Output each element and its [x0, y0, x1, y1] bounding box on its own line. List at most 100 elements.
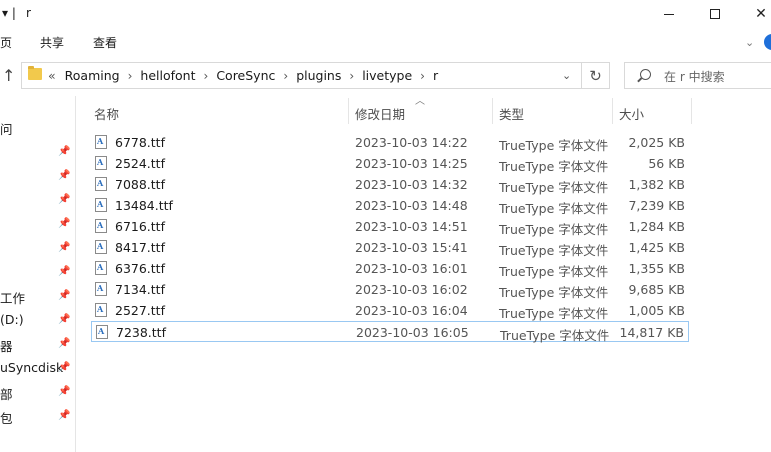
file-row[interactable]: 7134.ttf 2023-10-03 16:02 TrueType 字体文件 9,6… — [91, 279, 689, 300]
nav-item-syncdisk[interactable]: uSyncdisk — [0, 360, 63, 375]
file-row[interactable]: 6716.ttf 2023-10-03 14:51 TrueType 字体文件 1,2… — [91, 216, 689, 237]
font-file-icon — [95, 156, 107, 170]
breadcrumb-livetype[interactable]: livetype — [362, 68, 412, 83]
chevron-right-icon[interactable]: › — [420, 69, 425, 83]
file-type: TrueType 字体文件 — [499, 159, 609, 174]
file-row[interactable]: 6778.ttf 2023-10-03 14:22 TrueType 字体文件 2,0… — [91, 132, 689, 153]
pin-icon: 📌 — [58, 194, 71, 205]
column-header-name[interactable]: 名称 — [94, 104, 119, 123]
file-date: 2023-10-03 14:51 — [355, 219, 468, 234]
refresh-button[interactable]: ↻ — [582, 62, 610, 89]
file-row[interactable]: 6376.ttf 2023-10-03 16:01 TrueType 字体文件 1,3… — [91, 258, 689, 279]
breadcrumb-r[interactable]: r — [433, 68, 438, 83]
pin-icon: 📌 — [58, 266, 71, 277]
file-name: 13484.ttf — [115, 198, 173, 213]
file-name: 7238.ttf — [116, 325, 166, 340]
search-placeholder: 在 r 中搜索 — [664, 70, 725, 84]
font-file-icon — [95, 240, 107, 254]
breadcrumb-overflow[interactable]: « — [48, 68, 56, 83]
breadcrumb-coresync[interactable]: CoreSync — [216, 68, 275, 83]
breadcrumb: « Roaming › hellofont › CoreSync › plugi… — [48, 68, 438, 83]
window-title: r — [26, 6, 31, 20]
file-row[interactable]: 2524.ttf 2023-10-03 14:25 TrueType 字体文件 56 … — [91, 153, 689, 174]
column-divider[interactable] — [348, 98, 349, 124]
file-row[interactable]: 2527.ttf 2023-10-03 16:04 TrueType 字体文件 1,0… — [91, 300, 689, 321]
title-bar: ▾ | r ✕ — [0, 0, 771, 28]
breadcrumb-plugins[interactable]: plugins — [296, 68, 341, 83]
file-date: 2023-10-03 16:05 — [356, 325, 469, 340]
chevron-right-icon[interactable]: › — [204, 69, 209, 83]
ribbon-expand-chevron-icon[interactable]: ⌄ — [745, 36, 754, 49]
sort-ascending-icon: ︿ — [415, 96, 425, 107]
chevron-right-icon[interactable]: › — [128, 69, 133, 83]
pin-icon: 📌 — [58, 410, 71, 421]
pin-icon: 📌 — [58, 170, 71, 181]
font-file-icon — [95, 135, 107, 149]
file-type: TrueType 字体文件 — [499, 201, 609, 216]
file-name: 2524.ttf — [115, 156, 165, 171]
file-type: TrueType 字体文件 — [499, 243, 609, 258]
file-size: 7,239 KB — [628, 198, 685, 213]
file-row[interactable]: 13484.ttf 2023-10-03 14:48 TrueType 字体文件 7,… — [91, 195, 689, 216]
file-size: 9,685 KB — [628, 282, 685, 297]
search-icon — [640, 69, 651, 80]
file-name: 6778.ttf — [115, 135, 165, 150]
chevron-right-icon[interactable]: › — [349, 69, 354, 83]
tab-page[interactable]: 页 — [0, 34, 12, 51]
column-header-size[interactable]: 大小 — [619, 104, 644, 123]
file-name: 2527.ttf — [115, 303, 165, 318]
breadcrumb-hellofont[interactable]: hellofont — [140, 68, 195, 83]
refresh-icon: ↻ — [589, 66, 602, 85]
ribbon-tabs: 页 共享 查看 — [0, 28, 771, 56]
minimize-button[interactable] — [646, 0, 692, 28]
file-type: TrueType 字体文件 — [499, 285, 609, 300]
file-type: TrueType 字体文件 — [499, 180, 609, 195]
file-date: 2023-10-03 16:01 — [355, 261, 468, 276]
tab-share[interactable]: 共享 — [40, 34, 64, 51]
pin-icon: 📌 — [58, 314, 71, 325]
pin-icon: 📌 — [58, 290, 71, 301]
quick-access-toolbar[interactable]: ▾ | — [2, 6, 16, 20]
column-header-type[interactable]: 类型 — [499, 104, 524, 123]
column-divider[interactable] — [691, 98, 692, 124]
maximize-button[interactable] — [692, 0, 738, 28]
column-divider[interactable] — [612, 98, 613, 124]
chevron-down-icon[interactable]: ⌄ — [562, 69, 571, 82]
file-date: 2023-10-03 16:04 — [355, 303, 468, 318]
pin-icon: 📌 — [58, 242, 71, 253]
file-date: 2023-10-03 14:48 — [355, 198, 468, 213]
up-arrow-icon[interactable]: ↑ — [2, 66, 15, 85]
file-type: TrueType 字体文件 — [499, 138, 609, 153]
pin-icon: 📌 — [58, 146, 71, 157]
file-size: 2,025 KB — [628, 135, 685, 150]
nav-item-drive-d[interactable]: (D:) — [0, 312, 24, 327]
file-size: 56 KB — [648, 156, 685, 171]
file-name: 8417.ttf — [115, 240, 165, 255]
nav-item-device[interactable]: 器 — [0, 336, 13, 355]
maximize-icon — [710, 9, 720, 19]
file-row[interactable]: 8417.ttf 2023-10-03 15:41 TrueType 字体文件 1,4… — [91, 237, 689, 258]
minimize-icon — [664, 13, 674, 15]
font-file-icon — [95, 303, 107, 317]
file-type: TrueType 字体文件 — [499, 306, 609, 321]
pin-icon: 📌 — [58, 386, 71, 397]
column-divider[interactable] — [492, 98, 493, 124]
column-header-date[interactable]: 修改日期 — [355, 104, 405, 123]
file-name: 6716.ttf — [115, 219, 165, 234]
nav-item-package[interactable]: 包 — [0, 408, 13, 427]
tab-view[interactable]: 查看 — [93, 34, 117, 51]
breadcrumb-roaming[interactable]: Roaming — [65, 68, 120, 83]
nav-item-work[interactable]: 工作 — [0, 288, 25, 307]
close-button[interactable]: ✕ — [738, 0, 771, 28]
file-row[interactable]: 7088.ttf 2023-10-03 14:32 TrueType 字体文件 1,3… — [91, 174, 689, 195]
nav-item-part[interactable]: 部 — [0, 384, 13, 403]
file-name: 7088.ttf — [115, 177, 165, 192]
nav-item[interactable]: 问 — [0, 119, 13, 138]
close-icon: ✕ — [755, 6, 767, 22]
file-date: 2023-10-03 15:41 — [355, 240, 468, 255]
file-size: 1,005 KB — [628, 303, 685, 318]
chevron-right-icon[interactable]: › — [283, 69, 288, 83]
file-size: 1,355 KB — [628, 261, 685, 276]
file-type: TrueType 字体文件 — [500, 328, 610, 343]
file-row[interactable]: 7238.ttf 2023-10-03 16:05 TrueType 字体文件 14,… — [91, 321, 689, 343]
